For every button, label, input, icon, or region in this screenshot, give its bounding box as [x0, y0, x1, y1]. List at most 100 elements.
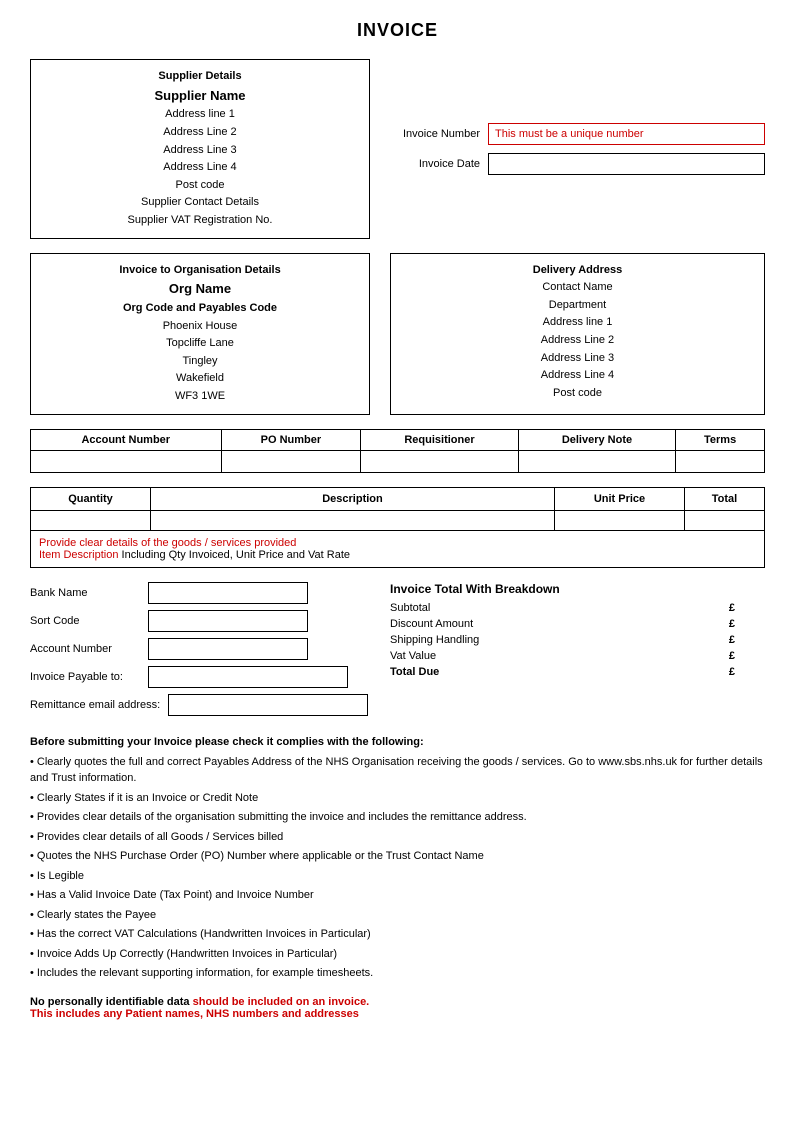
org-line3: Tingley: [43, 353, 357, 371]
subtotal-symbol: £: [729, 602, 735, 614]
supplier-section-title: Supplier Details: [43, 68, 357, 86]
col-po-number: PO Number: [221, 429, 361, 450]
items-note2-part1: Item Description: [39, 549, 118, 561]
checklist-item: • Clearly quotes the full and correct Pa…: [30, 754, 765, 787]
account-number-input[interactable]: [148, 638, 308, 660]
supplier-address3: Address Line 3: [43, 142, 357, 160]
items-table: Quantity Description Unit Price Total: [30, 487, 765, 531]
requisitioner-cell[interactable]: [361, 450, 518, 472]
items-note1: Provide clear details of the goods / ser…: [39, 537, 756, 549]
items-description-cell[interactable]: [151, 510, 555, 530]
col-unit-price: Unit Price: [555, 487, 685, 510]
supplier-contact: Supplier Contact Details: [43, 194, 357, 212]
sort-code-row: Sort Code: [30, 610, 370, 632]
account-number-cell[interactable]: [31, 450, 222, 472]
bank-section: Bank Name Sort Code Account Number Invoi…: [30, 582, 370, 722]
delivery-section-title: Delivery Address: [403, 262, 752, 280]
invoice-number-row: Invoice Number This must be a unique num…: [390, 123, 765, 145]
delivery-address3: Address Line 3: [403, 350, 752, 368]
vat-row: Vat Value £: [390, 650, 765, 662]
supplier-vat: Supplier VAT Registration No.: [43, 212, 357, 230]
supplier-box: Supplier Details Supplier Name Address l…: [30, 59, 370, 239]
payable-row: Invoice Payable to:: [30, 666, 370, 688]
items-quantity-cell[interactable]: [31, 510, 151, 530]
checklist-item: • Has a Valid Invoice Date (Tax Point) a…: [30, 887, 765, 904]
col-requisitioner: Requisitioner: [361, 429, 518, 450]
checklist-item: • Clearly States if it is an Invoice or …: [30, 790, 765, 807]
total-label: Total Due: [390, 666, 729, 678]
checklist-item: • Provides clear details of the organisa…: [30, 809, 765, 826]
org-line1: Phoenix House: [43, 318, 357, 336]
sort-code-input[interactable]: [148, 610, 308, 632]
vat-label: Vat Value: [390, 650, 729, 662]
vat-symbol: £: [729, 650, 735, 662]
accounts-table: Account Number PO Number Requisitioner D…: [30, 429, 765, 473]
supplier-address4: Address Line 4: [43, 159, 357, 177]
checklist-title: Before submitting your Invoice please ch…: [30, 736, 765, 748]
footer-note: No personally identifiable data should b…: [30, 996, 765, 1020]
checklist-items: • Clearly quotes the full and correct Pa…: [30, 754, 765, 982]
shipping-row: Shipping Handling £: [390, 634, 765, 646]
account-number-row: Account Number: [30, 638, 370, 660]
items-notes: Provide clear details of the goods / ser…: [30, 531, 765, 568]
footer-line1: No personally identifiable data should b…: [30, 996, 765, 1008]
items-total-cell[interactable]: [685, 510, 765, 530]
invoice-number-input[interactable]: This must be a unique number: [488, 123, 765, 145]
po-number-cell[interactable]: [221, 450, 361, 472]
shipping-label: Shipping Handling: [390, 634, 729, 646]
invoice-number-placeholder: This must be a unique number: [495, 128, 644, 140]
bank-name-input[interactable]: [148, 582, 308, 604]
supplier-address1: Address line 1: [43, 106, 357, 124]
checklist-item: • Clearly states the Payee: [30, 907, 765, 924]
col-description: Description: [151, 487, 555, 510]
delivery-postcode: Post code: [403, 385, 752, 403]
discount-symbol: £: [729, 618, 735, 630]
invoice-date-row: Invoice Date: [390, 153, 765, 175]
checklist-item: • Provides clear details of all Goods / …: [30, 829, 765, 846]
payable-input[interactable]: [148, 666, 348, 688]
discount-label: Discount Amount: [390, 618, 729, 630]
delivery-note-cell[interactable]: [518, 450, 675, 472]
delivery-box: Delivery Address Contact Name Department…: [390, 253, 765, 415]
col-delivery-note: Delivery Note: [518, 429, 675, 450]
org-postcode: WF3 1WE: [43, 388, 357, 406]
account-number-label: Account Number: [30, 643, 140, 655]
terms-cell[interactable]: [676, 450, 765, 472]
org-code: Org Code and Payables Code: [43, 300, 357, 318]
supplier-address2: Address Line 2: [43, 124, 357, 142]
delivery-address4: Address Line 4: [403, 367, 752, 385]
remittance-label: Remittance email address:: [30, 699, 160, 711]
supplier-postcode: Post code: [43, 177, 357, 195]
org-line4: Wakefield: [43, 370, 357, 388]
shipping-symbol: £: [729, 634, 735, 646]
items-note2-part2: Including Qty Invoiced, Unit Price and V…: [118, 549, 350, 561]
bank-name-label: Bank Name: [30, 587, 140, 599]
footer-line2: This includes any Patient names, NHS num…: [30, 1008, 765, 1020]
supplier-name: Supplier Name: [43, 86, 357, 107]
page-title: INVOICE: [30, 20, 765, 41]
col-total: Total: [685, 487, 765, 510]
delivery-department: Department: [403, 297, 752, 315]
invoice-number-label: Invoice Number: [390, 128, 480, 140]
invoice-date-input[interactable]: [488, 153, 765, 175]
checklist: Before submitting your Invoice please ch…: [30, 736, 765, 982]
org-name: Org Name: [43, 279, 357, 300]
items-note2: Item Description Including Qty Invoiced,…: [39, 549, 756, 561]
sort-code-label: Sort Code: [30, 615, 140, 627]
col-terms: Terms: [676, 429, 765, 450]
org-box: Invoice to Organisation Details Org Name…: [30, 253, 370, 415]
checklist-item: • Invoice Adds Up Correctly (Handwritten…: [30, 946, 765, 963]
checklist-item: • Is Legible: [30, 868, 765, 885]
col-quantity: Quantity: [31, 487, 151, 510]
bank-name-row: Bank Name: [30, 582, 370, 604]
total-row: Total Due £: [390, 666, 765, 678]
items-unit-price-cell[interactable]: [555, 510, 685, 530]
subtotal-row: Subtotal £: [390, 602, 765, 614]
org-line2: Topcliffe Lane: [43, 335, 357, 353]
remittance-row: Remittance email address:: [30, 694, 370, 716]
remittance-input[interactable]: [168, 694, 368, 716]
delivery-address1: Address line 1: [403, 314, 752, 332]
checklist-item: • Has the correct VAT Calculations (Hand…: [30, 926, 765, 943]
delivery-contact: Contact Name: [403, 279, 752, 297]
subtotal-label: Subtotal: [390, 602, 729, 614]
